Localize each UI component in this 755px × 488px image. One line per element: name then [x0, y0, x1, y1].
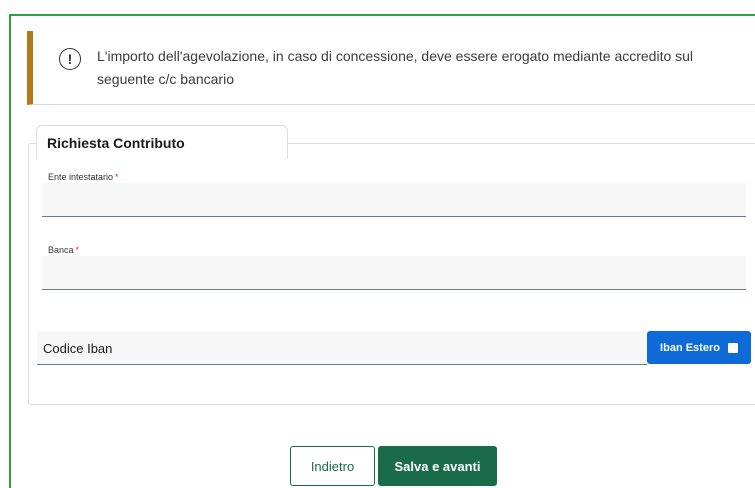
alert-message-line2: seguente c/c bancario [97, 71, 234, 87]
ente-label: Ente intestatario * [48, 172, 119, 182]
info-alert: ! L'importo dell'agevolazione, in caso d… [27, 31, 755, 105]
banca-label-text: Banca [48, 245, 74, 255]
required-marker: * [75, 245, 80, 255]
section-tab: Richiesta Contributo [36, 125, 288, 159]
alert-message: L'importo dell'agevolazione, in caso di … [97, 45, 717, 91]
codice-iban-input[interactable]: Codice Iban [37, 331, 647, 365]
banca-input[interactable] [42, 256, 746, 290]
section-title: Richiesta Contributo [47, 135, 185, 151]
info-circle-icon: ! [59, 48, 81, 70]
banca-label: Banca * [48, 245, 79, 255]
back-button[interactable]: Indietro [290, 446, 375, 486]
alert-message-line1: L'importo dell'agevolazione, in caso di … [97, 48, 694, 64]
iban-estero-toggle[interactable]: Iban Estero [647, 331, 751, 364]
ente-intestatario-input[interactable] [42, 183, 746, 217]
ente-label-text: Ente intestatario [48, 172, 114, 182]
codice-iban-label: Codice Iban [43, 341, 113, 356]
save-and-next-button[interactable]: Salva e avanti [378, 446, 497, 486]
iban-estero-checkbox[interactable] [727, 342, 738, 353]
iban-estero-label: Iban Estero [660, 341, 720, 354]
required-marker: * [115, 172, 119, 182]
